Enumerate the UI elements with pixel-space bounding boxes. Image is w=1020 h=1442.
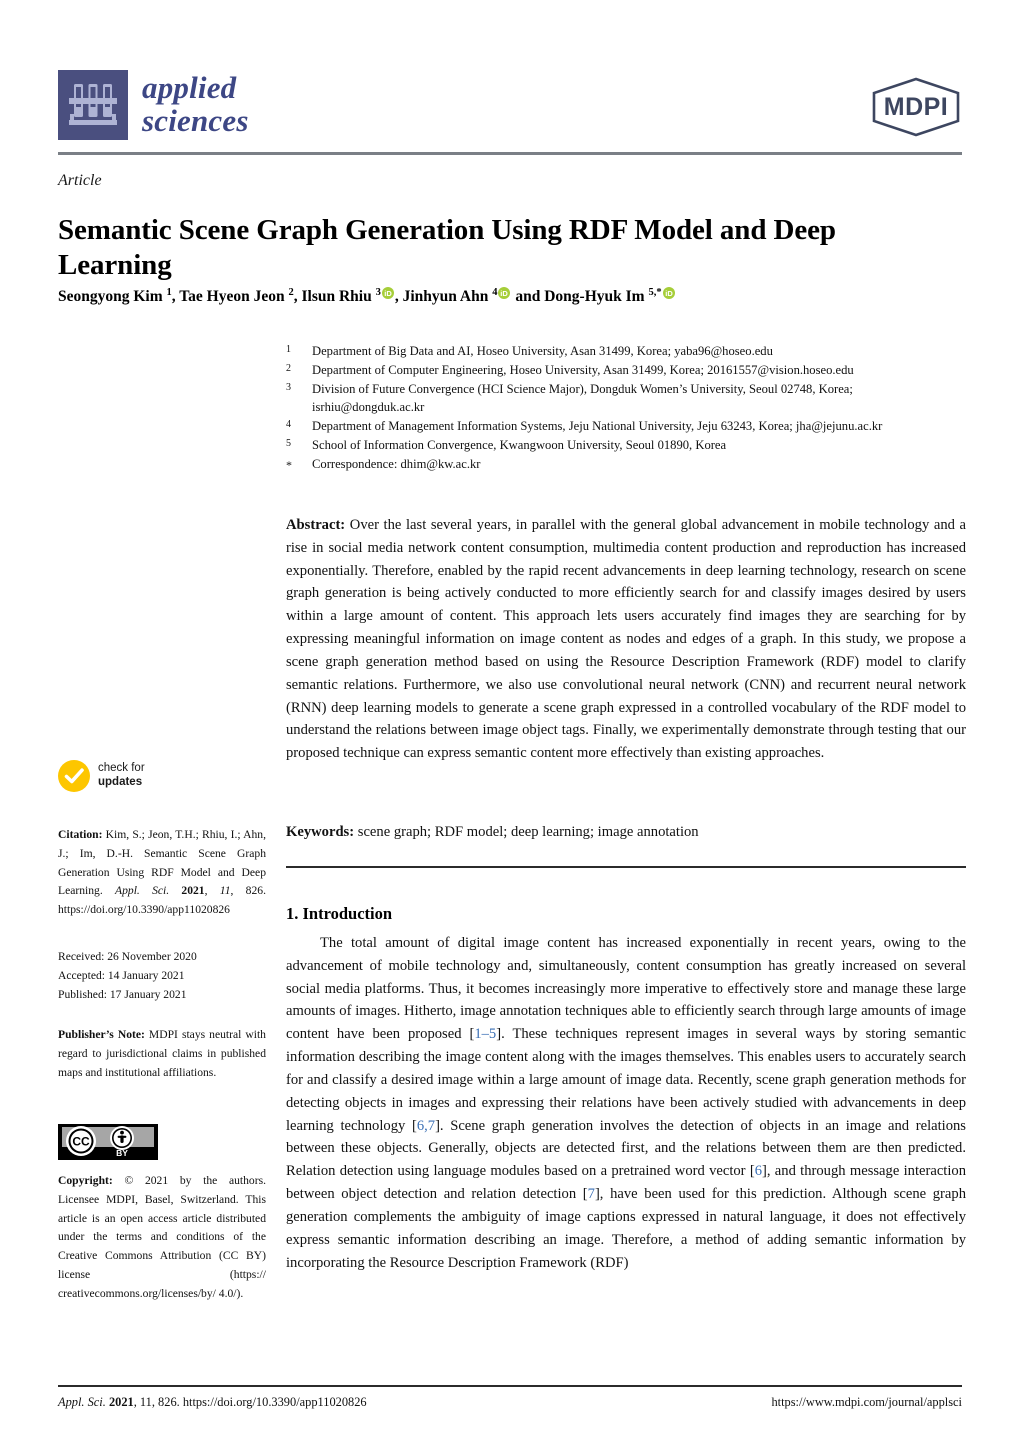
check-for-updates-badge[interactable]: check for updates xyxy=(58,760,145,792)
orcid-icon[interactable]: iD xyxy=(498,287,511,300)
abstract-section: Abstract: Over the last several years, i… xyxy=(286,514,966,765)
mdpi-logo[interactable]: MDPI xyxy=(870,76,962,138)
abstract-text: Over the last several years, in parallel… xyxy=(286,517,966,762)
test-tube-rack-icon xyxy=(58,70,128,140)
correspondence-marker: * xyxy=(286,457,292,472)
keywords-label: Keywords: xyxy=(286,824,355,840)
cc-by-icon[interactable]: CC BY xyxy=(58,1124,158,1160)
footer-divider xyxy=(58,1385,962,1387)
affiliation-item: 4 Department of Management Information S… xyxy=(286,417,966,435)
keywords-text: scene graph; RDF model; deep learning; i… xyxy=(357,824,699,840)
footer-url[interactable]: https://www.mdpi.com/journal/applsci xyxy=(771,1395,962,1410)
check-circle-icon xyxy=(58,760,90,792)
citation-reference[interactable]: 6 xyxy=(755,1163,762,1179)
introduction-paragraph: The total amount of digital image conten… xyxy=(286,932,966,1274)
citation-reference[interactable]: 1–5 xyxy=(474,1026,496,1042)
affiliation-item: 3 Division of Future Convergence (HCI Sc… xyxy=(286,380,966,417)
author-separator: and xyxy=(511,288,545,306)
author-separator: , xyxy=(394,288,403,306)
masthead: applied sciences MDPI xyxy=(58,70,962,156)
author-list: Seongyong Kim 1, Tae Hyeon Jeon 2, Ilsun… xyxy=(58,286,958,308)
author-name: Tae Hyeon Jeon 2 xyxy=(179,287,294,306)
author-name: Dong-Hyuk Im 5,* xyxy=(544,287,662,306)
affiliation-text: Department of Computer Engineering, Hose… xyxy=(312,362,854,377)
section-heading-introduction: 1. Introduction xyxy=(286,904,393,923)
svg-text:MDPI: MDPI xyxy=(884,93,949,121)
cfu-line2: updates xyxy=(98,776,143,788)
abstract-label: Abstract: xyxy=(286,517,346,533)
journal-name-line2: sciences xyxy=(142,103,249,138)
citation-doi[interactable]: https://doi.org/10.3390/app11020826 xyxy=(58,903,230,916)
citation-journal: Appl. Sci. xyxy=(115,884,170,898)
affiliation-item: 5 School of Information Convergence, Kwa… xyxy=(286,436,966,454)
date-accepted: Accepted: 14 January 2021 xyxy=(58,968,185,982)
journal-name-line1: applied xyxy=(142,70,237,106)
svg-text:iD: iD xyxy=(665,289,673,298)
author-name: Ilsun Rhiu 3 xyxy=(301,287,381,306)
citation-period: . xyxy=(263,884,266,898)
journal-name: applied sciences xyxy=(142,72,249,137)
citation-year: 2021 xyxy=(181,884,205,898)
svg-text:iD: iD xyxy=(384,289,392,298)
author-name: Jinhyun Ahn 4 xyxy=(402,287,498,306)
affiliation-text: Department of Management Information Sys… xyxy=(312,419,883,433)
citation-article-number: 826 xyxy=(245,884,264,898)
journal-logo[interactable]: applied sciences xyxy=(58,70,249,140)
page-title: Semantic Scene Graph Generation Using RD… xyxy=(58,214,836,282)
date-published: Published: 17 January 2021 xyxy=(58,987,187,1001)
citation-block: Citation: Kim, S.; Jeon, T.H.; Rhiu, I.;… xyxy=(58,826,266,920)
affiliation-item: 2 Department of Computer Engineering, Ho… xyxy=(286,361,966,379)
masthead-divider xyxy=(58,152,962,155)
publisher-note: Publisher’s Note: MDPI stays neutral wit… xyxy=(58,1026,266,1082)
affiliation-marker: 4 xyxy=(286,419,291,430)
citation-comma2: , xyxy=(230,884,234,898)
footer-rest: , 11, 826. https://doi.org/10.3390/app11… xyxy=(133,1395,367,1409)
affiliation-marker: 2 xyxy=(286,362,291,374)
copyright-text: © 2021 by the authors. Licensee MDPI, Ba… xyxy=(58,1174,266,1300)
affiliation-marker: 5 xyxy=(286,437,291,449)
paper-page: applied sciences MDPI Article Semantic S… xyxy=(0,0,1020,1442)
svg-text:CC: CC xyxy=(72,1135,90,1149)
copyright-block: Copyright: © 2021 by the authors. Licens… xyxy=(58,1172,266,1303)
keywords-section: Keywords: scene graph; RDF model; deep l… xyxy=(286,822,966,844)
affiliation-text: Department of Big Data and AI, Hoseo Uni… xyxy=(312,344,773,358)
citation-label: Citation: xyxy=(58,828,103,841)
affiliation-list: 1 Department of Big Data and AI, Hoseo U… xyxy=(286,342,966,475)
date-received: Received: 26 November 2020 xyxy=(58,950,197,963)
author-name: Seongyong Kim 1 xyxy=(58,287,172,306)
history-dates: Received: 26 November 2020 Accepted: 14 … xyxy=(58,948,266,1004)
svg-text:iD: iD xyxy=(501,289,509,298)
footer-journal: Appl. Sci. xyxy=(58,1395,106,1409)
copyright-label: Copyright: xyxy=(58,1174,113,1187)
page-footer: Appl. Sci. 2021, 11, 826. https://doi.or… xyxy=(58,1395,962,1410)
orcid-icon[interactable]: iD xyxy=(381,287,394,300)
citation-volume: 11 xyxy=(219,884,231,898)
affiliation-text: Division of Future Convergence (HCI Scie… xyxy=(312,381,853,415)
keywords-divider xyxy=(286,866,966,868)
article-type-label: Article xyxy=(58,172,102,189)
affiliation-marker: 1 xyxy=(286,344,291,355)
citation-comma: , xyxy=(204,884,208,898)
cfu-line1: check for xyxy=(98,762,145,775)
citation-reference[interactable]: 6,7 xyxy=(417,1118,435,1134)
footer-citation: Appl. Sci. 2021, 11, 826. https://doi.or… xyxy=(58,1395,367,1410)
affiliation-marker: 3 xyxy=(286,381,291,393)
affiliation-item: 1 Department of Big Data and AI, Hoseo U… xyxy=(286,342,966,360)
footer-year: 2021 xyxy=(108,1395,134,1409)
orcid-icon[interactable]: iD xyxy=(662,287,675,300)
check-for-updates-label: check for updates xyxy=(98,762,145,790)
affiliation-text: School of Information Convergence, Kwang… xyxy=(312,437,727,452)
correspondence-text: Correspondence: dhim@kw.ac.kr xyxy=(312,456,481,471)
svg-text:BY: BY xyxy=(116,1148,128,1158)
publisher-note-label: Publisher’s Note: xyxy=(58,1028,145,1041)
affiliation-item: * Correspondence: dhim@kw.ac.kr xyxy=(286,455,966,475)
citation-reference[interactable]: 7 xyxy=(588,1186,595,1202)
